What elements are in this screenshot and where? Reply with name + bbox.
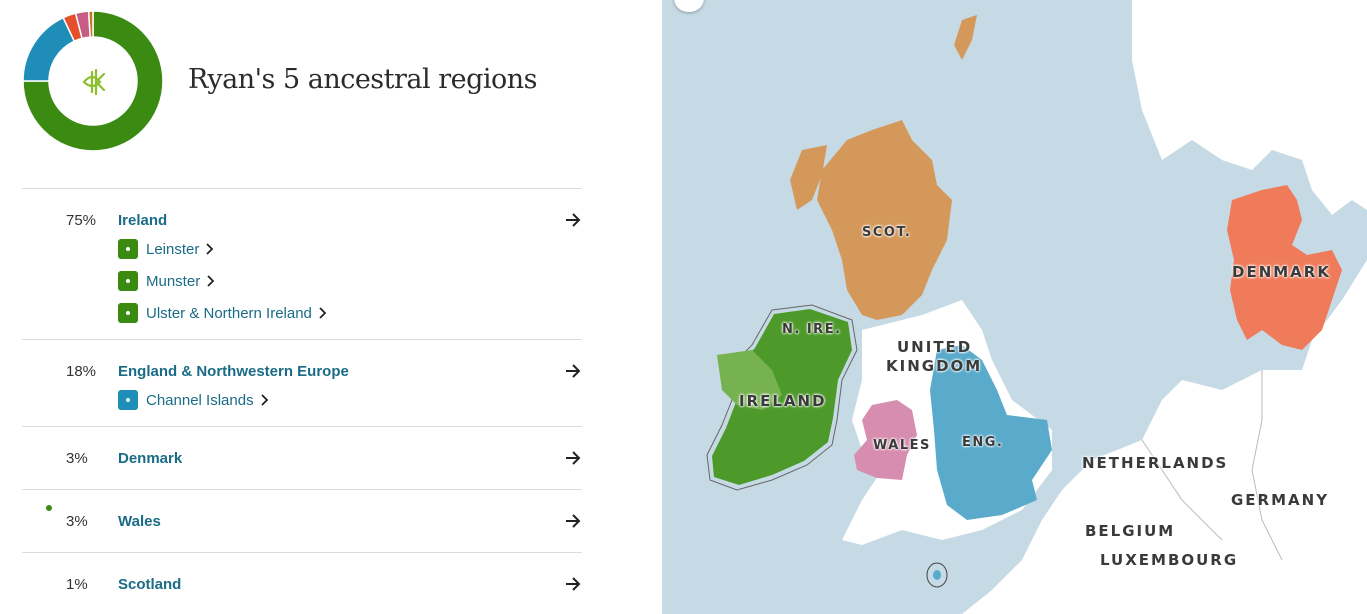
map-label-northern-ireland: N. IRE.	[782, 322, 842, 337]
subregion-name: Munster	[146, 272, 201, 290]
region-name: Wales	[118, 512, 161, 530]
region-link[interactable]: 1% Scotland	[22, 553, 582, 614]
region-name: Ireland	[118, 211, 168, 229]
region-link[interactable]: 18% England & Northwestern Europe	[22, 340, 582, 402]
scandinavia-land	[1132, 0, 1367, 215]
region-percent: 3%	[66, 512, 88, 530]
scotland-shape	[817, 120, 952, 320]
ethnicity-donut-chart	[22, 10, 164, 152]
arrow-right-icon[interactable]	[564, 449, 582, 467]
map-label-england: ENG.	[962, 435, 1004, 450]
ancestry-map[interactable]: SCOT. N. IRE. IRELAND UNITED KINGDOM WAL…	[662, 0, 1367, 614]
map-label-germany: GERMANY	[1231, 491, 1330, 509]
chevron-right-icon	[207, 275, 215, 287]
subregion-name: Ulster & Northern Ireland	[146, 304, 312, 322]
map-label-denmark: DENMARK	[1232, 263, 1331, 281]
map-label-wales: WALES	[873, 438, 931, 453]
region-name: Scotland	[118, 575, 182, 593]
region-percent: 3%	[66, 449, 88, 467]
page-title: Ryan's 5 ancestral regions	[188, 64, 538, 95]
results-panel: Ryan's 5 ancestral regions 75% Ireland L…	[0, 0, 662, 614]
region-row: 18% England & Northwestern Europe Channe…	[22, 339, 582, 426]
subregion-link[interactable]: Munster	[118, 265, 582, 297]
arrow-right-icon[interactable]	[564, 575, 582, 593]
region-row: 1% Scotland	[22, 552, 582, 614]
subregion-marker-icon	[118, 271, 138, 291]
region-name: Denmark	[118, 449, 183, 467]
arrow-right-icon[interactable]	[564, 512, 582, 530]
region-link[interactable]: 75% Ireland	[22, 189, 582, 251]
map-label-ireland: IRELAND	[739, 392, 827, 410]
map-label-netherlands: NETHERLANDS	[1082, 454, 1229, 472]
region-row: 3% Denmark	[22, 426, 582, 489]
map-label-kingdom: KINGDOM	[886, 357, 983, 375]
arrow-right-icon[interactable]	[564, 362, 582, 380]
map-canvas	[706, 0, 1367, 614]
region-list: 75% Ireland Leinster Munster Ulster & No…	[22, 188, 582, 614]
subregion-marker-icon	[118, 239, 138, 259]
map-label-scotland: SCOT.	[862, 225, 912, 240]
map-label-belgium: BELGIUM	[1085, 522, 1176, 540]
subregion-marker-icon	[118, 390, 138, 410]
region-link[interactable]: 3% Denmark	[22, 427, 582, 489]
region-link[interactable]: 3% Wales	[22, 490, 582, 552]
donut-segment	[22, 16, 76, 82]
map-label-united: UNITED	[897, 338, 973, 356]
region-percent: 18%	[66, 362, 97, 380]
region-percent: 75%	[66, 211, 97, 229]
region-row: 75% Ireland Leinster Munster Ulster & No…	[22, 188, 582, 339]
subregion-marker-icon	[118, 303, 138, 323]
region-name: England & Northwestern Europe	[118, 362, 349, 380]
chevron-right-icon	[319, 307, 327, 319]
region-percent: 1%	[66, 575, 88, 593]
ancestry-leaf-icon	[82, 68, 106, 96]
donut-segment	[87, 10, 94, 38]
new-badge-dot	[44, 503, 54, 513]
map-label-luxembourg: LUXEMBOURG	[1100, 551, 1239, 569]
subregion-link[interactable]: Ulster & Northern Ireland	[118, 297, 582, 329]
region-row: 3% Wales	[22, 489, 582, 552]
arrow-right-icon[interactable]	[564, 211, 582, 229]
